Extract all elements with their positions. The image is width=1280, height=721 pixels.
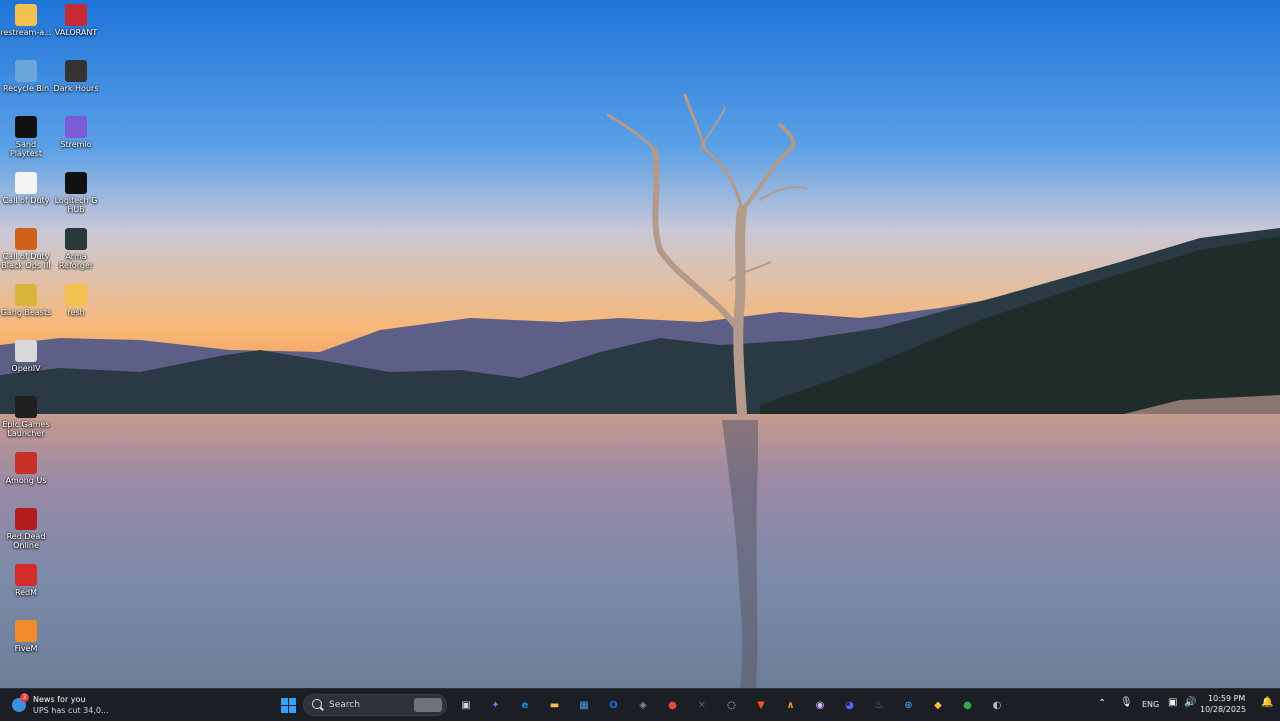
desktop-icon-label: Sand Playtest bbox=[9, 140, 43, 158]
arma-icon bbox=[65, 228, 87, 250]
news-badge: 3 bbox=[20, 693, 29, 702]
fivem-icon bbox=[15, 620, 37, 642]
desktop-icon[interactable]: Dark Hours bbox=[50, 60, 102, 93]
desktop-icon-label: Stremio bbox=[60, 140, 92, 149]
logitech-icon bbox=[65, 172, 87, 194]
start-button[interactable] bbox=[278, 695, 298, 715]
desktop-icon[interactable]: Call of Duty Black Ops III bbox=[0, 228, 52, 270]
desktop-icon-label: Call of Duty bbox=[2, 196, 50, 205]
desktop-icon-label: Call of Duty Black Ops III bbox=[1, 252, 51, 270]
desktop-wallpaper bbox=[0, 0, 1280, 688]
clock-date[interactable]: 10/28/2025 bbox=[1200, 705, 1246, 714]
dxp-icon[interactable]: ⊛ bbox=[899, 695, 919, 715]
circle-app-icon[interactable]: ◉ bbox=[810, 695, 830, 715]
cycle-app-icon[interactable]: ◌ bbox=[722, 695, 742, 715]
steam-icon[interactable]: ♨ bbox=[869, 695, 889, 715]
search-label: Search bbox=[329, 700, 360, 710]
desktop-icon[interactable]: Sand Playtest bbox=[0, 116, 52, 158]
taskbar: 3 News for you UPS has cut 34,0... Searc… bbox=[0, 688, 1280, 721]
gang-beasts-icon bbox=[15, 284, 37, 306]
windows-logo-icon bbox=[280, 697, 296, 713]
desktop-icon-label: Red Dead Online bbox=[6, 532, 46, 550]
desktop-icon[interactable]: Logitech G HUB bbox=[50, 172, 102, 214]
desktop-icon-label: restream-a... bbox=[0, 28, 52, 37]
chrome-alt-icon[interactable]: ● bbox=[958, 695, 978, 715]
desktop-icon-label: Among Us bbox=[5, 476, 47, 485]
terminal-icon[interactable]: ✕ bbox=[692, 695, 712, 715]
desktop-icon[interactable]: Epic Games Launcher bbox=[0, 396, 52, 438]
desktop-icon-label: Gang Beasts bbox=[0, 308, 52, 317]
desktop-icon-label: Recycle Bin bbox=[2, 84, 50, 93]
file-explorer-icon[interactable]: ▬ bbox=[545, 695, 565, 715]
desktop-icon[interactable]: Stremio bbox=[50, 116, 102, 149]
desktop-icon[interactable]: Among Us bbox=[0, 452, 52, 485]
volume-icon[interactable]: 🔊 bbox=[1184, 697, 1196, 708]
desktop-icon[interactable]: Call of Duty bbox=[0, 172, 52, 205]
stremio-icon bbox=[65, 116, 87, 138]
news-subtitle: UPS has cut 34,0... bbox=[33, 706, 109, 715]
brave-icon[interactable]: ▼ bbox=[751, 695, 771, 715]
chevron-up-icon[interactable]: ⌃ bbox=[1098, 698, 1106, 709]
desktop-icon-label: Arma Reforger bbox=[58, 252, 94, 270]
folder-icon bbox=[15, 4, 37, 26]
redm-icon bbox=[15, 564, 37, 586]
desktop-icon-label: Epic Games Launcher bbox=[2, 420, 50, 438]
desktop-icon[interactable]: restream-a... bbox=[0, 4, 52, 37]
task-view-button[interactable]: ▣ bbox=[456, 695, 476, 715]
chrome-icon[interactable]: ● bbox=[663, 695, 683, 715]
network-icon[interactable]: ▣ bbox=[1168, 697, 1177, 708]
desktop-icon-label: OpenIV bbox=[11, 364, 41, 373]
discord-icon[interactable]: ◕ bbox=[840, 695, 860, 715]
notification-bell-icon[interactable]: 🔔 bbox=[1261, 697, 1273, 708]
desktop-icon[interactable]: Red Dead Online bbox=[0, 508, 52, 550]
search-highlight-icon bbox=[414, 698, 442, 712]
among-us-icon bbox=[15, 452, 37, 474]
microphone-icon[interactable]: 🎙 bbox=[1120, 697, 1133, 708]
desktop-icon[interactable]: OpenIV bbox=[0, 340, 52, 373]
desktop-icon-label: RedM bbox=[14, 588, 38, 597]
gold-app-icon[interactable]: ◆ bbox=[928, 695, 948, 715]
obs-icon[interactable]: ◐ bbox=[987, 695, 1007, 715]
system-tray: ⌃ 🎙 ENG ▣ 🔊 10:59 PM 10/28/2025 🔔 bbox=[1090, 689, 1280, 721]
search-box[interactable]: Search bbox=[303, 694, 447, 716]
epic-games-icon bbox=[15, 396, 37, 418]
unity-icon[interactable]: ◈ bbox=[633, 695, 653, 715]
news-title: News for you bbox=[33, 695, 86, 704]
desktop-icon[interactable]: Gang Beasts bbox=[0, 284, 52, 317]
desktop-icon[interactable]: VALORANT bbox=[50, 4, 102, 37]
desktop-icon-label: VALORANT bbox=[54, 28, 98, 37]
news-widget[interactable]: 3 News for you UPS has cut 34,0... bbox=[10, 693, 130, 717]
language-indicator[interactable]: ENG bbox=[1142, 700, 1159, 709]
valorant-icon bbox=[65, 4, 87, 26]
desktop-icon-label: Dark Hours bbox=[53, 84, 99, 93]
edge-icon[interactable]: e bbox=[515, 695, 535, 715]
red-dead-icon bbox=[15, 508, 37, 530]
dark-hours-icon bbox=[65, 60, 87, 82]
copilot-icon[interactable]: ✦ bbox=[486, 695, 506, 715]
desktop-icon-label: FiveM bbox=[14, 644, 38, 653]
desktop-icon-label: resh bbox=[67, 308, 85, 317]
desktop-icon[interactable]: FiveM bbox=[0, 620, 52, 653]
fivem-taskbar-icon[interactable]: ∧ bbox=[781, 695, 801, 715]
microsoft-store-icon[interactable]: ▦ bbox=[574, 695, 594, 715]
openiv-icon bbox=[15, 340, 37, 362]
desktop-icon[interactable]: Recycle Bin bbox=[0, 60, 52, 93]
sand-icon bbox=[15, 116, 37, 138]
desktop-icon[interactable]: resh bbox=[50, 284, 102, 317]
recycle-bin-icon bbox=[15, 60, 37, 82]
clock-time[interactable]: 10:59 PM bbox=[1208, 694, 1245, 703]
desktop-icon-label: Logitech G HUB bbox=[54, 196, 98, 214]
search-icon-handle bbox=[320, 706, 324, 711]
file-icon bbox=[15, 172, 37, 194]
desktop-icon[interactable]: RedM bbox=[0, 564, 52, 597]
desktop-icon[interactable]: Arma Reforger bbox=[50, 228, 102, 270]
black-ops-icon bbox=[15, 228, 37, 250]
folder-icon bbox=[65, 284, 87, 306]
outlook-icon[interactable]: O bbox=[604, 695, 624, 715]
